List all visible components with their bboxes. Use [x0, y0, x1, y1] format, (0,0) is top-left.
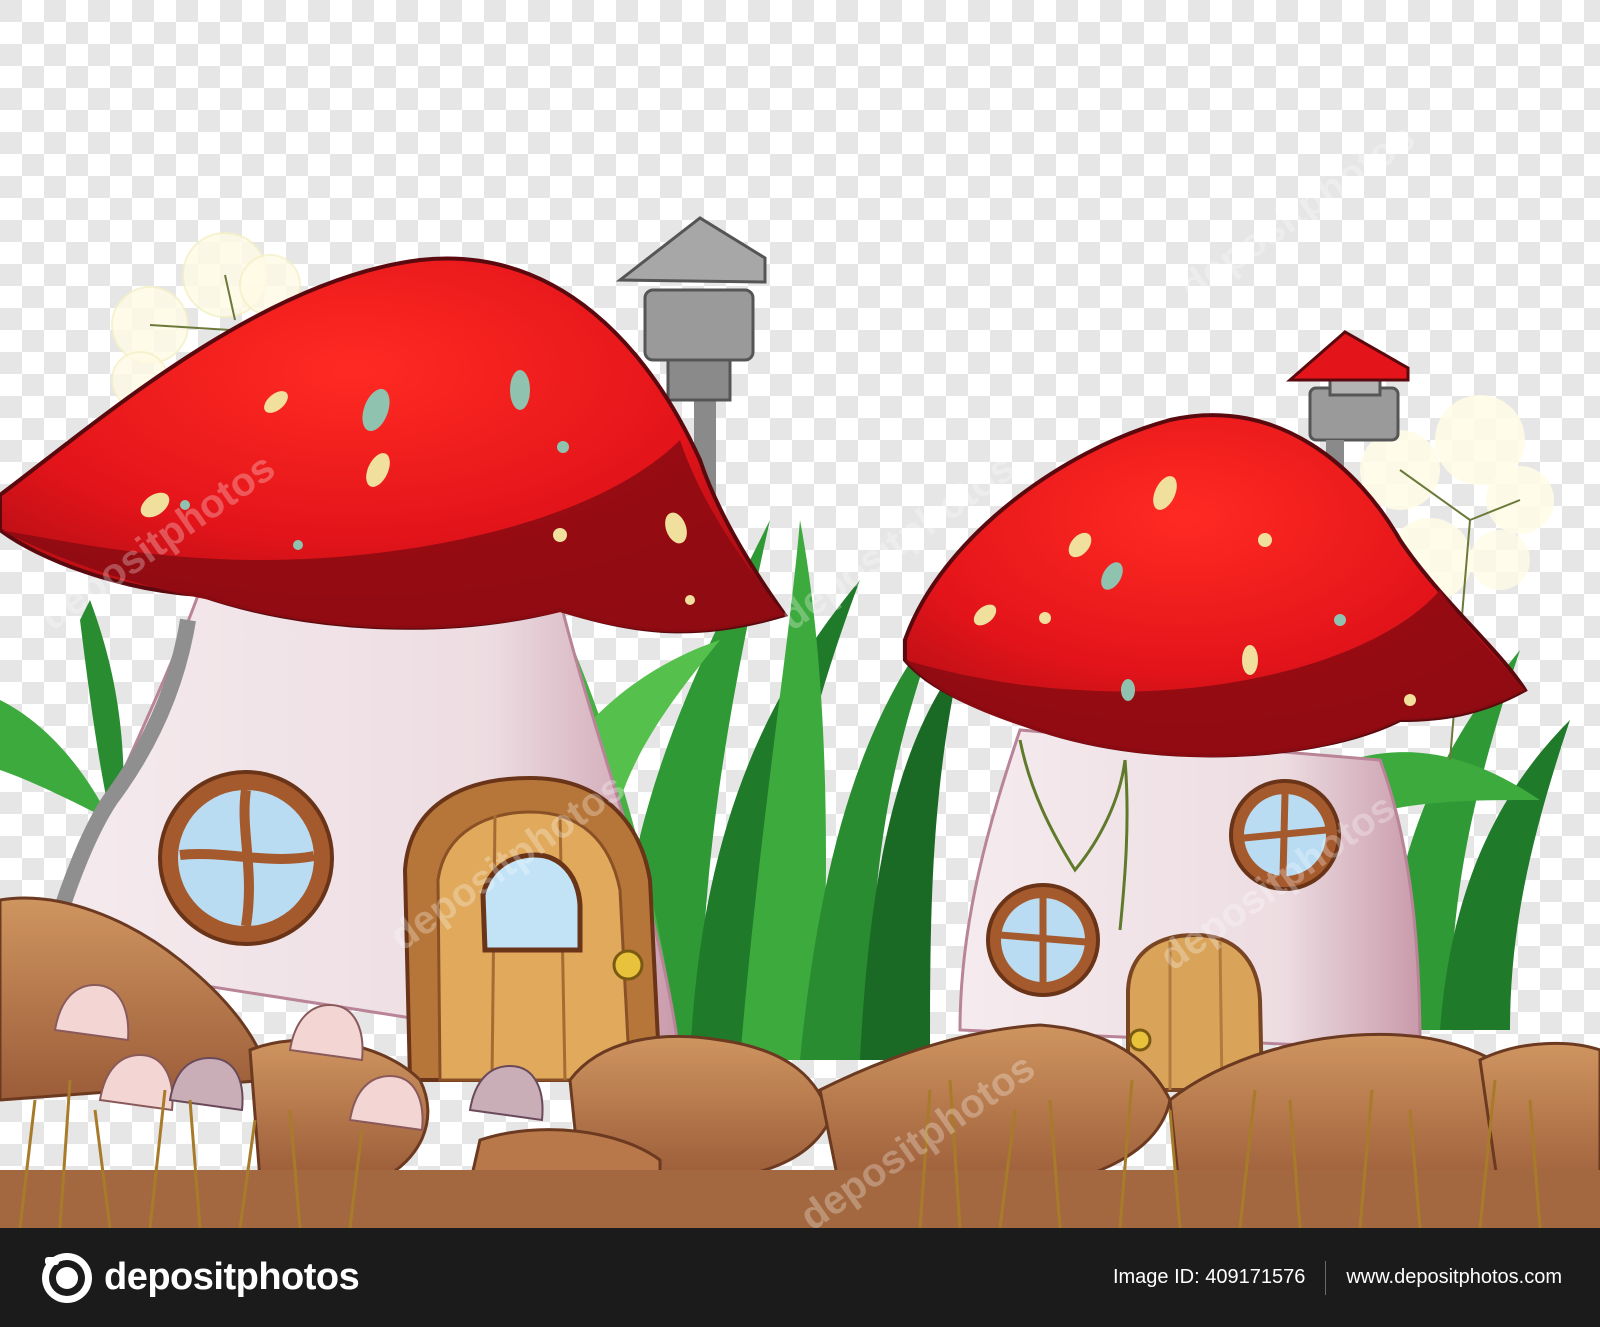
left-wooden-door	[402, 775, 663, 1082]
mushroom-house-illustration	[0, 0, 1600, 1228]
site-url[interactable]: www.depositphotos.com	[1346, 1266, 1562, 1289]
footer-bar: depositphotos Image ID: 409171576 www.de…	[0, 1228, 1600, 1327]
stock-image: depositphotos depositphotos depositphoto…	[0, 0, 1600, 1327]
image-meta: Image ID: 409171576 www.depositphotos.co…	[1112, 1260, 1562, 1295]
brand-logo[interactable]: depositphotos	[40, 1251, 360, 1305]
right-small-window	[986, 883, 1100, 997]
camera-aperture-logo-icon	[42, 1252, 92, 1303]
brand-name: depositphotos	[104, 1256, 360, 1298]
image-id: Image ID: 409171576	[1112, 1266, 1306, 1288]
right-upper-window	[1229, 779, 1341, 891]
meta-divider	[1325, 1260, 1327, 1295]
left-round-window	[158, 770, 334, 946]
